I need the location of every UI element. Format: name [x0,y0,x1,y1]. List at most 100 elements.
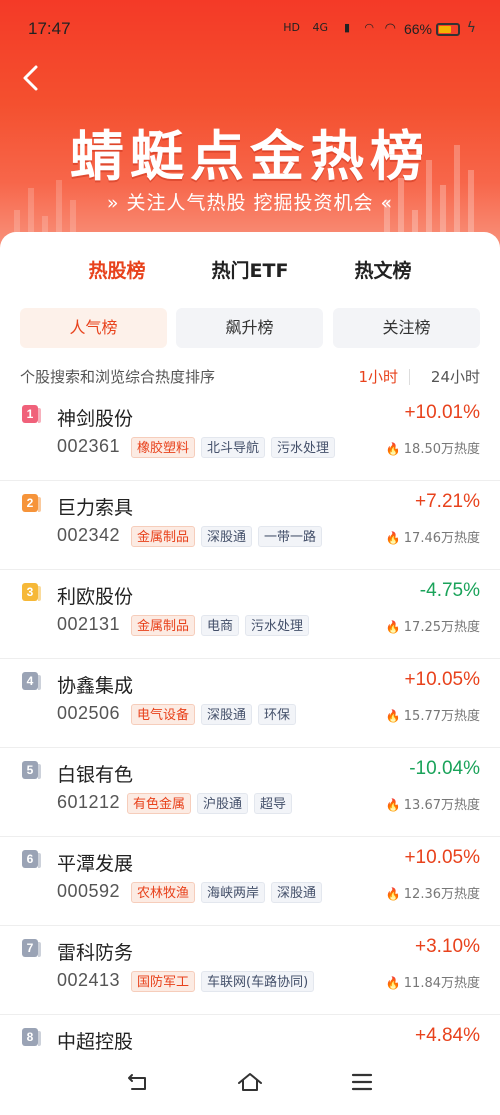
back-button[interactable] [14,64,48,100]
system-nav-bar [0,1060,500,1115]
rank-badge: 7 [22,939,41,957]
rank-badge: 4 [22,672,41,690]
stock-row[interactable]: 5 白银有色 601212 有色金属 沪股通 超导 -10.04% 🔥 13.67万热度 [0,748,500,837]
home-icon [238,1073,262,1091]
concept-tag[interactable]: 污水处理 [245,615,310,636]
menu-icon [351,1073,373,1091]
rank-badge: 6 [22,850,41,868]
concept-tag[interactable]: 沪股通 [197,793,249,814]
stock-tags: 金属制品 深股通 一带一路 [131,526,323,547]
flame-icon: 🔥 [385,531,401,545]
industry-tag[interactable]: 金属制品 [131,615,196,636]
banner-title: 蜻蜓点金热榜 [70,125,430,188]
concept-tag[interactable]: 车联网(车路协同) [201,971,315,992]
price-change: +3.10% [415,936,480,957]
stock-code: 002361 [57,436,121,456]
nav-back-button[interactable] [118,1070,158,1104]
heat-value: 15.77万热度 [403,709,480,724]
wifi-icon: ◠ [384,21,396,36]
ranking-description: 个股搜索和浏览综合热度排序 [20,368,216,386]
concept-tag[interactable]: 海峡两岸 [201,882,266,903]
nav-menu-button[interactable] [342,1070,382,1104]
tab-hot-stocks[interactable]: 热股榜 [47,256,187,283]
stock-code: 000592 [57,881,121,901]
stock-name: 平潭发展 [57,853,134,875]
concept-tag[interactable]: 一带一路 [258,526,323,547]
stock-name: 利欧股份 [57,586,134,608]
rank-badge: 1 [22,405,41,423]
stock-name: 白银有色 [57,764,134,786]
stock-row[interactable]: 4 协鑫集成 002506 电气设备 深股通 环保 +10.05% 🔥 15.77万热度 [0,659,500,748]
subtab-popularity[interactable]: 人气榜 [20,308,167,348]
main-tabs: 热股榜 热门ETF 热文榜 [0,256,500,316]
stock-tags: 电气设备 深股通 环保 [131,704,297,725]
concept-tag[interactable]: 电商 [201,615,240,636]
heat-value: 17.25万热度 [403,620,480,635]
industry-tag[interactable]: 国防军工 [131,971,196,992]
stock-row[interactable]: 2 巨力索具 002342 金属制品 深股通 一带一路 +7.21% 🔥 17.46万热度 [0,481,500,570]
wifi-calling-icon: ◠ [364,21,374,34]
heat-value: 13.67万热度 [403,798,480,813]
price-change: -4.75% [419,580,480,601]
price-change: +4.84% [415,1025,480,1046]
battery-percent: 66% [403,21,432,37]
price-change: +10.05% [404,847,480,868]
stock-code: 002413 [57,970,121,990]
heat-score: 🔥 13.67万热度 [386,794,480,813]
subtab-rising[interactable]: 飙升榜 [176,308,323,348]
stock-name: 神剑股份 [57,408,134,430]
stock-row[interactable]: 7 雷科防务 002413 国防军工 车联网(车路协同) +3.10% 🔥 11.84万热度 [0,926,500,1015]
period-divider [409,369,410,385]
stock-row[interactable]: 3 利欧股份 002131 金属制品 电商 污水处理 -4.75% 🔥 17.25万热度 [0,570,500,659]
period-1h[interactable]: 1小时 [358,366,398,387]
banner-subtitle: » 关注人气热股 挖掘投资机会 « [106,192,394,214]
flame-icon: 🔥 [385,620,401,634]
industry-tag[interactable]: 农林牧渔 [131,882,196,903]
concept-tag[interactable]: 北斗导航 [201,437,266,458]
tab-hot-articles[interactable]: 热文榜 [313,256,453,283]
stock-code: 002506 [57,703,121,723]
concept-tag[interactable]: 超导 [254,793,293,814]
heat-score: 🔥 17.25万热度 [386,616,480,635]
charging-icon: ϟ [466,20,476,36]
concept-tag[interactable]: 深股通 [201,704,253,725]
rank-badge: 2 [22,494,41,512]
heat-score: 🔥 15.77万热度 [386,705,480,724]
tab-hot-etf[interactable]: 热门ETF [180,256,320,283]
industry-tag[interactable]: 橡胶塑料 [131,437,196,458]
heat-value: 18.50万热度 [403,442,480,457]
flame-icon: 🔥 [385,976,401,990]
chevron-left-icon [23,65,38,91]
stock-tags: 国防军工 车联网(车路协同) [131,971,315,992]
signal-icon: ▮ [343,21,350,34]
concept-tag[interactable]: 污水处理 [271,437,336,458]
industry-tag[interactable]: 有色金属 [127,793,192,814]
stock-tags: 有色金属 沪股通 超导 [127,793,293,814]
sub-tabs: 人气榜 飙升榜 关注榜 [20,308,480,348]
stock-row[interactable]: 6 平潭发展 000592 农林牧渔 海峡两岸 深股通 +10.05% 🔥 12.36万热度 [0,837,500,926]
ranking-card: 热股榜 热门ETF 热文榜 人气榜 飙升榜 关注榜 个股搜索和浏览综合热度排序 … [0,232,500,1115]
price-change: -10.04% [409,758,480,779]
ranking-description-row: 个股搜索和浏览综合热度排序 1小时 24小时 [20,366,480,388]
stock-tags: 农林牧渔 海峡两岸 深股通 [131,882,323,903]
header-banner: 17:47 HD 4G ▮ ◠ ◠ 66% ϟ 蜻蜓点金热榜 » 关注人气热股 … [0,0,500,260]
battery-icon [436,23,460,36]
stock-tags: 金属制品 电商 污水处理 [131,615,310,636]
industry-tag[interactable]: 金属制品 [131,526,196,547]
nav-home-button[interactable] [230,1070,270,1104]
rank-badge: 8 [22,1028,41,1046]
concept-tag[interactable]: 环保 [258,704,297,725]
status-time: 17:47 [28,19,71,38]
industry-tag[interactable]: 电气设备 [131,704,196,725]
price-change: +10.01% [404,402,480,423]
stock-name: 雷科防务 [57,942,134,964]
subtab-watchlist[interactable]: 关注榜 [333,308,480,348]
heat-value: 17.46万热度 [403,531,480,546]
heat-value: 12.36万热度 [403,887,480,902]
flame-icon: 🔥 [385,798,401,812]
stock-row[interactable]: 1 神剑股份 002361 橡胶塑料 北斗导航 污水处理 +10.01% 🔥 18.50万热度 [0,392,500,481]
concept-tag[interactable]: 深股通 [271,882,323,903]
stock-name: 中超控股 [57,1031,134,1053]
period-24h[interactable]: 24小时 [431,366,480,387]
concept-tag[interactable]: 深股通 [201,526,253,547]
